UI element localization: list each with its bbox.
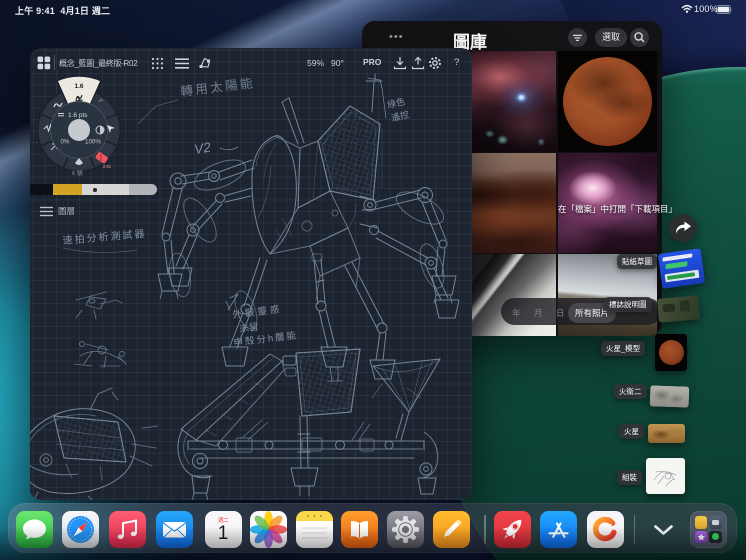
- svg-text:0%: 0%: [61, 139, 70, 146]
- svg-text:綠色: 綠色: [386, 95, 406, 110]
- svg-text:100%: 100%: [85, 139, 101, 146]
- svg-text:轉用太陽能: 轉用太陽能: [180, 75, 256, 99]
- svg-text:V2: V2: [193, 139, 212, 156]
- svg-text:遙控: 遙控: [390, 108, 410, 123]
- svg-text:1.6 pts: 1.6 pts: [68, 112, 88, 119]
- svg-text:速拍分析測試器: 速拍分析測試器: [62, 227, 147, 247]
- svg-text:6 號: 6 號: [72, 169, 83, 177]
- svg-text:1.6: 1.6: [74, 83, 83, 90]
- svg-text:2.91: 2.91: [103, 164, 112, 169]
